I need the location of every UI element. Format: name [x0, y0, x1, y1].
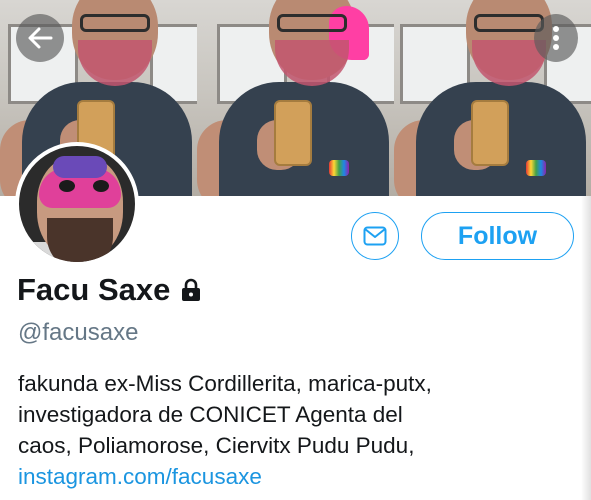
profile-name-row: Facu Saxe — [17, 272, 202, 308]
profile-bio: fakunda ex-Miss Cordillerita, marica-put… — [18, 368, 578, 492]
arrow-left-icon — [28, 27, 53, 49]
follow-button[interactable]: Follow — [421, 212, 574, 260]
envelope-icon — [363, 226, 387, 246]
back-button[interactable] — [16, 14, 64, 62]
more-vertical-icon — [553, 26, 559, 50]
display-name: Facu Saxe — [17, 272, 171, 307]
profile-link[interactable]: instagram.com/facusaxe — [18, 461, 578, 492]
avatar[interactable] — [15, 142, 139, 266]
lock-icon — [180, 278, 202, 302]
more-options-button[interactable] — [534, 14, 578, 62]
bio-line: fakunda ex-Miss Cordillerita, marica-put… — [18, 371, 432, 396]
header-photo-panel-2 — [197, 0, 394, 196]
profile-handle: @facusaxe — [18, 319, 139, 346]
bio-line: investigadora de CONICET Agenta del — [18, 402, 403, 427]
message-button[interactable] — [351, 212, 399, 260]
edge-shadow — [581, 196, 591, 500]
bio-line: caos, Poliamorose, Ciervitx Pudu Pudu, — [18, 433, 415, 458]
